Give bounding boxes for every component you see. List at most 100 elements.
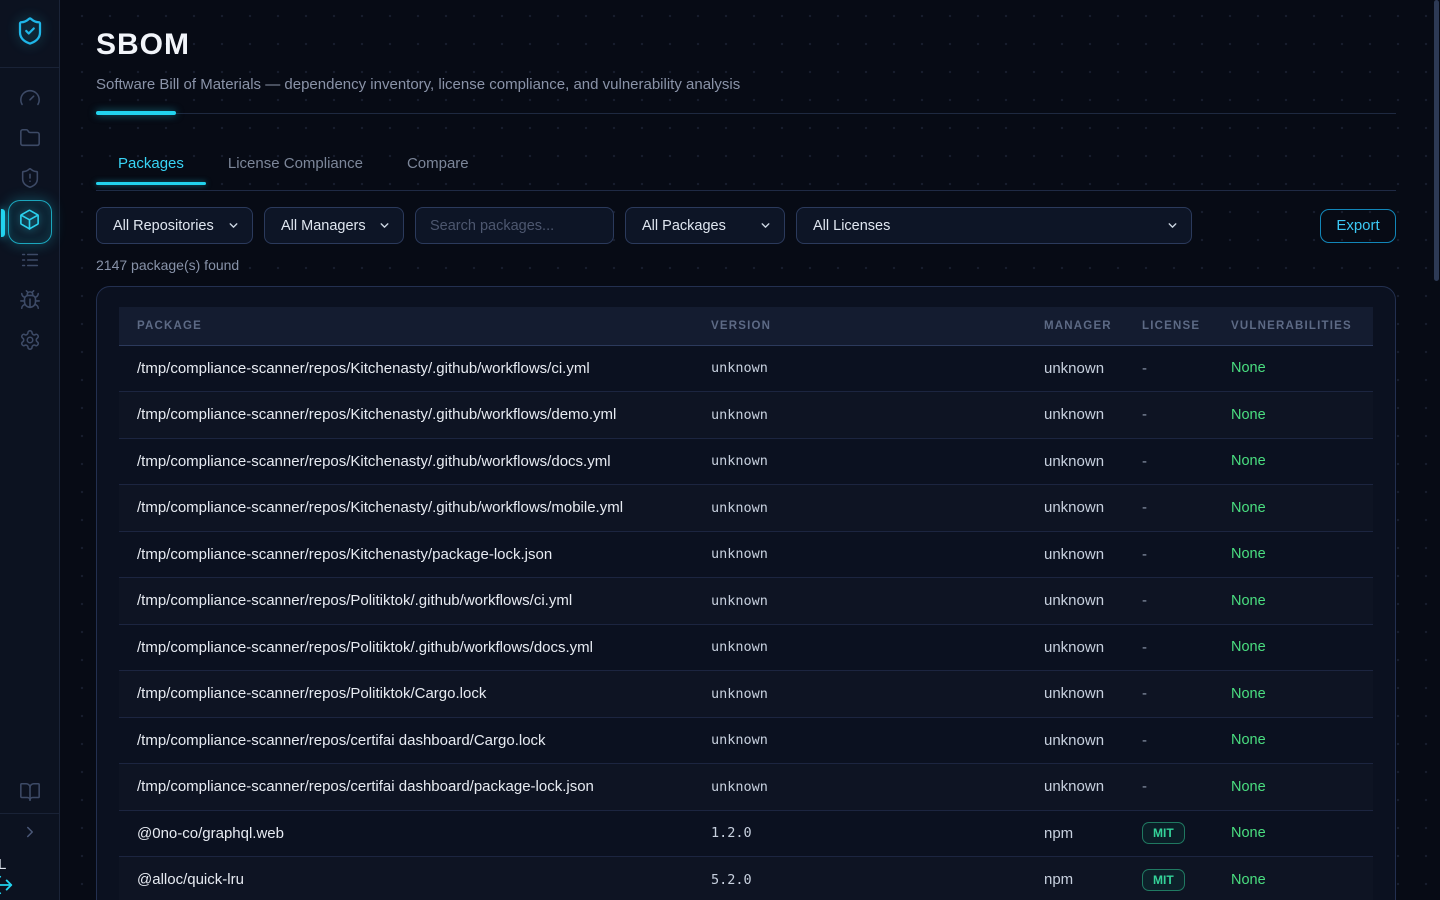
package-cube-icon [18,208,41,236]
tab-license-compliance[interactable]: License Compliance [206,145,385,190]
tab-compare[interactable]: Compare [385,145,491,190]
chevron-down-icon [378,219,391,232]
version-cell: 1.2.0 [711,810,1044,857]
column-header-version: VERSION [711,307,1044,345]
table-header-row: PACKAGE VERSION MANAGER LICENSE VULNERAB… [119,307,1373,345]
table-row[interactable]: /tmp/compliance-scanner/repos/Politiktok… [119,671,1373,718]
version-cell: unknown [711,671,1044,718]
result-count: 2147 package(s) found [96,257,1396,273]
manager-cell: unknown [1044,345,1142,392]
license-cell: - [1142,764,1231,811]
license-cell: - [1142,345,1231,392]
table-row[interactable]: /tmp/compliance-scanner/repos/Politiktok… [119,578,1373,625]
packages-table: PACKAGE VERSION MANAGER LICENSE VULNERAB… [119,307,1373,900]
chevron-down-icon [759,219,772,232]
package-cell: /tmp/compliance-scanner/repos/Politiktok… [119,671,711,718]
repositories-select[interactable]: All Repositories [96,207,253,244]
managers-select-value: All Managers [281,218,366,234]
packages-table-card: PACKAGE VERSION MANAGER LICENSE VULNERAB… [96,286,1396,900]
bug-icon [19,289,41,316]
chevron-right-icon [21,823,39,846]
vulnerabilities-cell: None [1231,764,1373,811]
vulnerabilities-cell: None [1231,578,1373,625]
version-cell: unknown [711,345,1044,392]
license-cell: - [1142,485,1231,532]
manager-cell: unknown [1044,531,1142,578]
sidebar-item-vulnerabilities[interactable] [8,282,52,322]
table-row[interactable]: @alloc/quick-lru5.2.0npmMITNone [119,857,1373,900]
table-row[interactable]: /tmp/compliance-scanner/repos/Kitchenast… [119,438,1373,485]
table-row[interactable]: /tmp/compliance-scanner/repos/certifai d… [119,764,1373,811]
page-subtitle: Software Bill of Materials — dependency … [96,76,1396,93]
table-row[interactable]: /tmp/compliance-scanner/repos/Kitchenast… [119,531,1373,578]
licenses-select-value: All Licenses [813,218,890,234]
manager-cell: unknown [1044,624,1142,671]
version-cell: unknown [711,392,1044,439]
table-row[interactable]: /tmp/compliance-scanner/repos/Kitchenast… [119,392,1373,439]
packages-select-value: All Packages [642,218,726,234]
vertical-scrollbar-thumb[interactable] [1434,0,1439,281]
package-cell: /tmp/compliance-scanner/repos/Kitchenast… [119,485,711,532]
sidebar-item-sbom-packages[interactable] [8,200,52,244]
packages-select[interactable]: All Packages [625,207,785,244]
chevron-down-icon [1166,219,1179,232]
table-row[interactable]: /tmp/compliance-scanner/repos/Kitchenast… [119,345,1373,392]
license-badge: MIT [1142,822,1185,844]
license-cell: - [1142,624,1231,671]
package-cell: /tmp/compliance-scanner/repos/Kitchenast… [119,392,711,439]
version-cell: unknown [711,578,1044,625]
vulnerabilities-cell: None [1231,345,1373,392]
vulnerabilities-cell: None [1231,485,1373,532]
license-cell: - [1142,717,1231,764]
export-button[interactable]: Export [1320,209,1396,243]
manager-cell: npm [1044,810,1142,857]
manager-cell: unknown [1044,717,1142,764]
sidebar-nav [0,80,59,362]
package-cell: /tmp/compliance-scanner/repos/certifai d… [119,764,711,811]
sidebar-item-dashboard[interactable] [8,80,52,120]
gear-icon [19,329,41,356]
column-header-license: LICENSE [1142,307,1231,345]
table-row[interactable]: @0no-co/graphql.web1.2.0npmMITNone [119,810,1373,857]
table-row[interactable]: /tmp/compliance-scanner/repos/Kitchenast… [119,485,1373,532]
page-title: SBOM [96,28,1396,62]
license-cell: - [1142,438,1231,485]
folder-icon [19,127,41,154]
vulnerabilities-cell: None [1231,438,1373,485]
version-cell: unknown [711,438,1044,485]
package-cell: @0no-co/graphql.web [119,810,711,857]
manager-cell: unknown [1044,671,1142,718]
sidebar-item-repositories[interactable] [8,120,52,160]
table-row[interactable]: /tmp/compliance-scanner/repos/Politiktok… [119,624,1373,671]
search-box [415,207,614,244]
chevron-down-icon [227,219,240,232]
sidebar-item-docs[interactable] [0,775,59,813]
managers-select[interactable]: All Managers [264,207,404,244]
tab-bar: Packages License Compliance Compare [96,145,1396,191]
vulnerabilities-cell: None [1231,531,1373,578]
column-header-manager: MANAGER [1044,307,1142,345]
package-cell: /tmp/compliance-scanner/repos/certifai d… [119,717,711,764]
list-icon [19,249,41,276]
vulnerabilities-cell: None [1231,624,1373,671]
sidebar-item-reports[interactable] [8,242,52,282]
tab-packages[interactable]: Packages [96,145,206,190]
package-cell: /tmp/compliance-scanner/repos/Politiktok… [119,578,711,625]
license-cell: MIT [1142,810,1231,857]
sidebar-item-security[interactable] [8,160,52,200]
license-cell: MIT [1142,857,1231,900]
logout-icon[interactable] [0,874,14,900]
package-cell: /tmp/compliance-scanner/repos/Kitchenast… [119,531,711,578]
table-row[interactable]: /tmp/compliance-scanner/repos/certifai d… [119,717,1373,764]
package-cell: /tmp/compliance-scanner/repos/Kitchenast… [119,438,711,485]
version-cell: unknown [711,764,1044,811]
search-input[interactable] [430,218,599,234]
version-cell: unknown [711,531,1044,578]
licenses-select[interactable]: All Licenses [796,207,1192,244]
sidebar-collapse-button[interactable] [0,814,59,854]
license-cell: - [1142,578,1231,625]
sidebar-item-settings[interactable] [8,322,52,362]
active-indicator-bar [1,209,5,237]
license-badge: MIT [1142,869,1185,891]
app-logo[interactable] [0,0,59,68]
